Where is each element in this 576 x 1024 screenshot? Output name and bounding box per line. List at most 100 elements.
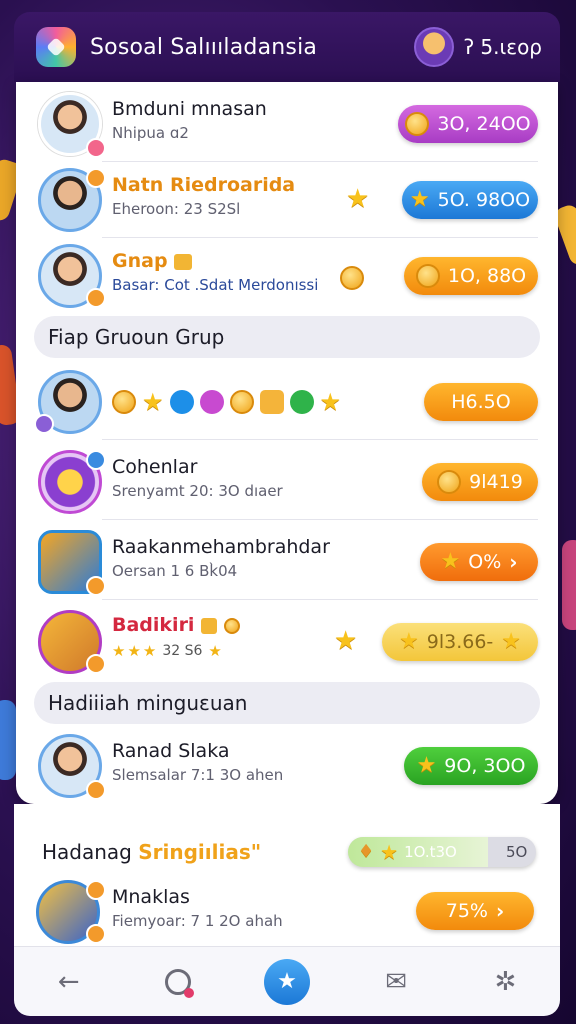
item-text: Badikiri ★ ★ ★ 32 S6 ★	[112, 614, 240, 660]
reward-value: 9l419	[469, 471, 523, 493]
chevron-right-icon: ›	[509, 550, 518, 574]
reward-value: 9O, 3OO	[444, 755, 526, 777]
reward-pill[interactable]: 9l419	[422, 463, 538, 501]
list-item[interactable]: Raakanmehambrahdar Oersan 1 6 Bk̀04 ★ O%…	[16, 524, 558, 600]
star-icon: ★	[399, 629, 419, 654]
record-icon[interactable]	[155, 959, 201, 1005]
reward-value: 9l3.66-	[426, 631, 494, 653]
item-subtitle: Nhipua ɑ2	[112, 124, 189, 142]
reward-pill[interactable]: 3O, 24OO	[398, 105, 538, 143]
reward-value: 1O, 88O	[447, 265, 527, 287]
item-text: Gnap Basar: Cot .Sdat Merdonıssi	[112, 250, 318, 294]
coin-icon	[340, 266, 364, 290]
star-rating: ★ ★ ★ 32 S6 ★	[112, 642, 240, 660]
list-item[interactable]: Natn Riedroarida Eheroon: 23 S2Sl ★ ★ 5O…	[16, 162, 558, 238]
list-item[interactable]: Gnap Basar: Cot .Sdat Merdonıssi 1O, 88O	[16, 238, 558, 314]
coin-icon	[437, 470, 462, 494]
reward-pill[interactable]: ★ 5O. 98OO	[402, 181, 538, 219]
list-item[interactable]: Cohenlar Srenyamt 20: 3O dıaer 9l419	[16, 444, 558, 520]
star-icon: ★	[409, 187, 430, 212]
list-item[interactable]: Bmduni mnasan Nhipua ɑ2 3O, 24OO	[16, 86, 558, 162]
item-name: Badikiri	[112, 614, 240, 636]
reward-pill[interactable]: H6.5O	[424, 383, 538, 421]
special-offer-section: Hadanag Sringiılias" ♦ ★ 1O.t3O 5O Mnakl…	[14, 804, 560, 946]
app-header: Sosoal Salıııladansia ʔ 5.ιεορ	[14, 12, 560, 82]
back-arrow-icon[interactable]: ←	[46, 959, 92, 1005]
reward-pill[interactable]: 75% ›	[416, 892, 534, 930]
circle-icon	[289, 390, 314, 414]
item-subtitle: Fiemyoar: 7 1 2O ahah	[112, 912, 283, 930]
badge-icon	[86, 168, 106, 188]
coin-icon	[405, 112, 430, 136]
flame-icon: ♦	[358, 841, 375, 862]
coin-icon	[223, 617, 240, 634]
item-text: Mnaklas Fiemyoar: 7 1 2O ahah	[112, 886, 283, 930]
gift-icon	[174, 253, 193, 270]
item-name: Gnap	[112, 250, 318, 272]
coin-icon	[112, 390, 136, 414]
reward-value: 3O, 24OO	[437, 113, 531, 135]
star-icon: ★	[112, 642, 126, 660]
star-icon[interactable]: ★	[263, 958, 310, 1005]
background-decoration	[562, 540, 576, 630]
star-icon: ★	[142, 642, 157, 660]
reward-icon-strip: ★ ★	[112, 390, 341, 414]
item-subtitle: Oersan 1 6 Bk̀04	[112, 562, 238, 580]
rating-value: 32 S6	[162, 643, 203, 659]
reward-value: 5O. 98OO	[437, 189, 531, 211]
badge-icon	[86, 654, 106, 674]
star-icon: ★	[127, 642, 141, 660]
star-icon: ★	[380, 840, 399, 864]
item-text: Cohenlar Srenyamt 20: 3O dıaer	[112, 456, 283, 500]
badge-icon	[86, 924, 106, 944]
item-text: Natn Riedroarida Eheroon: 23 S2Sl	[112, 174, 295, 218]
star-icon: ★	[319, 388, 342, 416]
star-icon: ★	[440, 549, 461, 574]
item-text: Raakanmehambrahdar Oersan 1 6 Bk̀04	[112, 536, 330, 580]
header-balance: ʔ 5.ιεορ	[463, 35, 542, 59]
list-item[interactable]: ★ ★ H6.5O	[16, 364, 558, 440]
reward-pill[interactable]: ★ O% ›	[420, 543, 538, 581]
coin-icon	[415, 264, 440, 288]
badge-icon	[86, 780, 106, 800]
badge-icon	[34, 414, 54, 434]
list-item[interactable]: Ranad Slaka Slemsalar 7:1 3O ahen ★ 9O, …	[16, 728, 558, 804]
item-subtitle: Srenyamt 20: 3O dıaer	[112, 482, 283, 500]
badge-icon	[86, 138, 106, 158]
app-window: Sosoal Salıııladansia ʔ 5.ιεορ Bmduni mn…	[14, 12, 560, 1016]
section-header: Hadiiiah minguɛuan	[34, 682, 540, 724]
item-subtitle: Basar: Cot .Sdat Merdonıssi	[112, 276, 319, 294]
item-text: Ranad Slaka Slemsalar 7:1 3O ahen	[112, 740, 283, 784]
list-item[interactable]: Mnaklas Fiemyoar: 7 1 2O ahah 75% ›	[14, 862, 556, 944]
badge-icon	[86, 576, 106, 596]
badge-icon	[86, 288, 106, 308]
reward-value: O%	[468, 551, 502, 573]
reward-pill[interactable]: 1O, 88O	[404, 257, 538, 295]
profile-avatar[interactable]	[413, 27, 454, 67]
item-name: Cohenlar	[112, 456, 198, 478]
list-item[interactable]: Badikiri ★ ★ ★ 32 S6 ★ ★ ★ 9l3.66- ★	[16, 604, 558, 680]
item-text: Bmduni mnasan Nhipua ɑ2	[112, 98, 267, 142]
reward-value: H6.5O	[451, 391, 511, 413]
section-title: Hadanag Sringiılias"	[42, 840, 262, 864]
mail-icon[interactable]: ✉	[373, 959, 419, 1005]
puzzle-icon[interactable]: ✲	[482, 959, 528, 1005]
item-name: Mnaklas	[112, 886, 190, 908]
app-title: Sosoal Salıııladansia	[90, 34, 318, 60]
item-name: Bmduni mnasan	[112, 98, 267, 120]
coin-icon	[229, 390, 254, 414]
star-icon: ★	[208, 642, 222, 660]
reward-pill[interactable]: ★ 9l3.66- ★	[382, 623, 538, 661]
item-name: Natn Riedroarida	[112, 174, 296, 196]
star-icon: ★	[346, 184, 370, 214]
leaderboard-card: Bmduni mnasan Nhipua ɑ2 3O, 24OO Natn Ri…	[16, 82, 558, 804]
section-header: Fiap Gruoun Grup	[34, 316, 540, 358]
heart-icon	[199, 390, 224, 414]
social-icon	[169, 390, 194, 414]
item-name: Raakanmehambrahdar	[112, 536, 330, 558]
bottom-navigation: ← ★ ✉ ✲	[14, 946, 560, 1016]
reward-pill[interactable]: ★ 9O, 3OO	[404, 747, 538, 785]
star-icon: ★	[334, 626, 358, 656]
item-subtitle: Eheroon: 23 S2Sl	[112, 200, 241, 218]
badge-icon	[86, 880, 106, 900]
